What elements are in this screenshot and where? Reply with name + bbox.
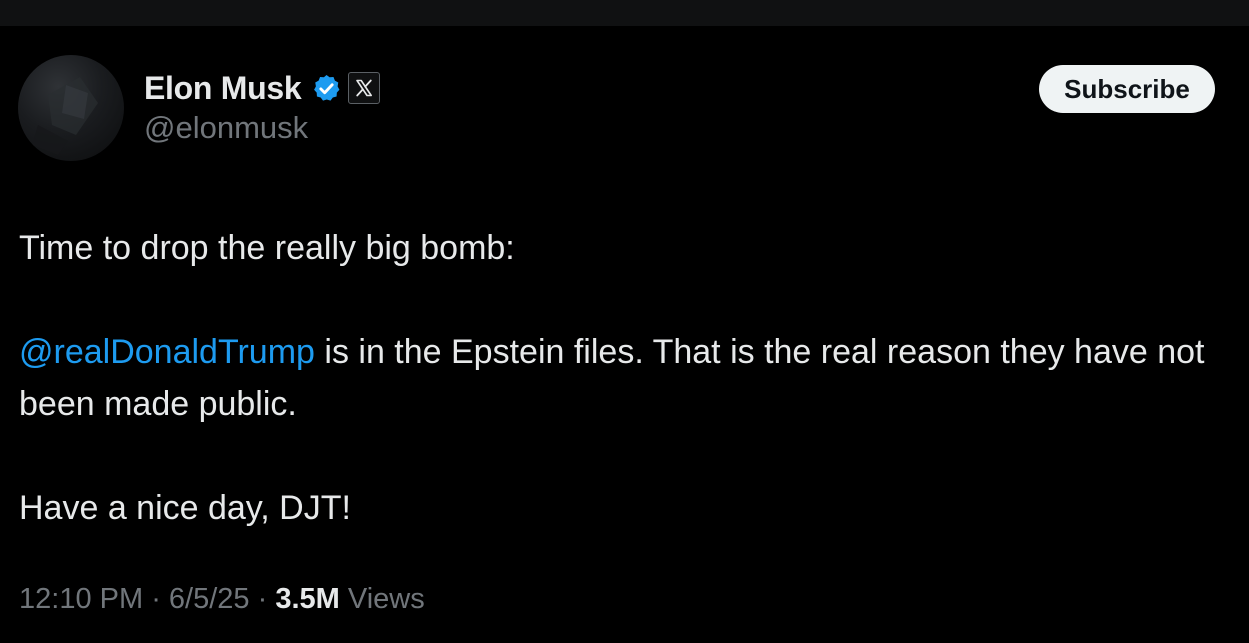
- tweet-time[interactable]: 12:10 PM: [19, 583, 143, 615]
- tweet-text: Time to drop the really big bomb: @realD…: [19, 222, 1219, 534]
- tweet-paragraph-gap: [19, 430, 1219, 482]
- verified-badge-icon[interactable]: [311, 73, 342, 104]
- author-handle[interactable]: @elonmusk: [144, 110, 308, 146]
- views-count: 3.5M: [275, 583, 340, 615]
- subscribe-button[interactable]: Subscribe: [1039, 65, 1215, 113]
- top-strip: [0, 0, 1249, 26]
- mention-link[interactable]: @realDonaldTrump: [19, 333, 315, 371]
- tweet-line-1: Time to drop the really big bomb:: [19, 229, 515, 267]
- author-name-row: Elon Musk: [144, 68, 381, 108]
- tweet-date[interactable]: 6/5/25: [169, 583, 250, 615]
- x-logo-icon[interactable]: [348, 72, 381, 104]
- meta-separator: ·: [143, 583, 169, 615]
- meta-separator: ·: [249, 583, 276, 615]
- tweet-meta: 12:10 PM · 6/5/25 · 3.5M Views: [19, 583, 425, 616]
- tweet-paragraph-gap: [19, 274, 1219, 326]
- tweet-line-3: Have a nice day, DJT!: [19, 489, 351, 527]
- views-label: Views: [339, 583, 425, 615]
- avatar[interactable]: [18, 55, 124, 161]
- author-display-name[interactable]: Elon Musk: [144, 70, 302, 107]
- avatar-image: [32, 77, 98, 155]
- tweet-line-2: @realDonaldTrump is in the Epstein files…: [19, 326, 1219, 430]
